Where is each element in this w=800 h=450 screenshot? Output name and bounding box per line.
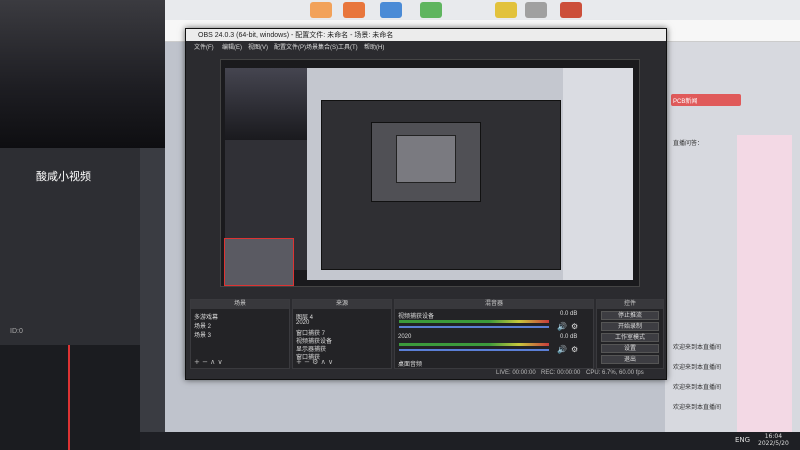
channel-id: ID:0 [10, 328, 23, 335]
webcam-feed [0, 0, 165, 148]
browser-tab-strip[interactable] [165, 0, 800, 20]
menu-edit[interactable]: 编辑(E) [222, 42, 242, 51]
chat-line: 欢迎来到本直播间 [673, 405, 722, 411]
mixer-channel-name: 视频捕获设备 [398, 314, 435, 320]
menu-help[interactable]: 帮助(H) [364, 42, 384, 51]
sources-dock: 来源 图层 4 2020 窗口捕获 7 视频捕获设备 显示器捕获 窗口捕获 + … [292, 299, 392, 369]
chat-line: 欢迎来到本直播间 [673, 345, 722, 351]
menu-view[interactable]: 视图(V) [248, 42, 268, 51]
chat-line: 直播问答： [673, 141, 704, 147]
scene-toolbar-icons[interactable]: + − ∧ ∨ [194, 358, 223, 366]
scene-item[interactable]: 场景 2 [194, 321, 211, 330]
obs-statusbar: LIVE: 00:00:00 REC: 00:00:00 CPU: 6.7%, … [186, 369, 666, 379]
volume-slider[interactable] [399, 326, 549, 328]
source-item[interactable]: 2020 [296, 320, 309, 326]
cpu-fps: CPU: 6.7%, 60.00 fps [586, 370, 644, 376]
taskbar: ENG 16:04 2022/5/20 [140, 432, 800, 450]
obs-menubar: 文件(F) 编辑(E) 视图(V) 配置文件(P) 场景集合(S) 工具(T) … [186, 41, 666, 51]
gamepad-camera-feed [0, 345, 140, 450]
mixer-dock: 混音器 视频捕获设备 0.0 dB 🔊 ⚙ 2020 0.0 dB 🔊 ⚙ 桌面… [394, 299, 594, 369]
mixer-channel-name: 桌面音频 [398, 362, 423, 368]
mixer-channel-name: 2020 [398, 334, 412, 340]
start-recording-button[interactable]: 开始录制 [601, 322, 659, 331]
audio-meter [399, 320, 549, 323]
clock[interactable]: 16:04 2022/5/20 [758, 433, 789, 447]
chat-line: 欢迎来到本直播间 [673, 385, 722, 391]
obs-preview[interactable] [220, 59, 640, 287]
rec-timer: REC: 00:00:00 [541, 370, 581, 376]
scenes-dock-title: 场景 [191, 300, 289, 309]
lang-indicator[interactable]: ENG [735, 436, 750, 444]
audio-meter [399, 343, 549, 346]
preview-gamepad-source[interactable] [224, 238, 294, 286]
chat-line: 欢迎来到本直播间 [673, 365, 722, 371]
live-timer: LIVE: 00:00:00 [496, 370, 536, 376]
browser-tab-icon[interactable] [525, 2, 547, 18]
controls-dock-title: 控件 [597, 300, 663, 309]
obs-titlebar[interactable]: OBS 24.0.3 (64-bit, windows) - 配置文件: 未命名… [186, 29, 666, 41]
browser-tab-icon[interactable] [495, 2, 517, 18]
browser-tab-icon[interactable] [380, 2, 402, 18]
mixer-channel-level: 0.0 dB [560, 311, 578, 317]
stream-overlay-sidebar: 酸咸小视频 ID:0 [0, 148, 140, 348]
promo-banner [737, 135, 792, 435]
preview-obs-recursion-3 [396, 135, 456, 183]
source-toolbar-icons[interactable]: + − ⚙ ∧ ∨ [296, 358, 333, 366]
mixer-dock-title: 混音器 [395, 300, 593, 309]
mixer-channel-level: 0.0 dB [560, 334, 578, 340]
gear-icon[interactable]: ⚙ [571, 322, 578, 331]
gear-icon[interactable]: ⚙ [571, 345, 578, 354]
scenes-dock: 场景 多游戏幕 场景 2 场景 3 + − ∧ ∨ [190, 299, 290, 369]
controls-dock: 控件 停止推流 开始录制 工作室模式 设置 退出 [596, 299, 664, 369]
studio-mode-button[interactable]: 工作室模式 [601, 333, 659, 342]
browser-tab-icon[interactable] [343, 2, 365, 18]
screen: PCB新闻 直播问答： 欢迎来到本直播间 欢迎来到本直播间 欢迎来到本直播间 欢… [0, 0, 800, 450]
browser-tab-icon[interactable] [310, 2, 332, 18]
sources-dock-title: 来源 [293, 300, 391, 309]
stream-brand: 酸咸小视频 [36, 171, 91, 183]
menu-scene-collection[interactable]: 场景集合(S) [306, 42, 338, 51]
preview-chat [563, 68, 633, 280]
obs-window[interactable]: OBS 24.0.3 (64-bit, windows) - 配置文件: 未命名… [185, 28, 667, 380]
clock-time: 16:04 [764, 433, 783, 440]
browser-tab-icon[interactable] [560, 2, 582, 18]
speaker-icon[interactable]: 🔊 [557, 322, 567, 331]
exit-button[interactable]: 退出 [601, 355, 659, 364]
stop-stream-button[interactable]: 停止推流 [601, 311, 659, 320]
obs-docks: 场景 多游戏幕 场景 2 场景 3 + − ∧ ∨ 来源 图层 4 2020 窗… [186, 299, 666, 379]
settings-button[interactable]: 设置 [601, 344, 659, 353]
scene-item[interactable]: 多游戏幕 [194, 312, 218, 321]
scene-item[interactable]: 场景 3 [194, 330, 211, 339]
speaker-icon[interactable]: 🔊 [557, 345, 567, 354]
obs-window-title: OBS 24.0.3 (64-bit, windows) - 配置文件: 未命名… [198, 32, 394, 39]
chat-badge-label: PCB新闻 [673, 99, 698, 105]
volume-slider[interactable] [399, 349, 549, 351]
red-cable [68, 345, 70, 450]
browser-tab-icon[interactable] [420, 2, 442, 18]
clock-date: 2022/5/20 [758, 440, 789, 447]
menu-file[interactable]: 文件(F) [194, 42, 214, 51]
menu-tools[interactable]: 工具(T) [338, 42, 358, 51]
menu-profile[interactable]: 配置文件(P) [274, 42, 306, 51]
preview-webcam [225, 68, 307, 140]
